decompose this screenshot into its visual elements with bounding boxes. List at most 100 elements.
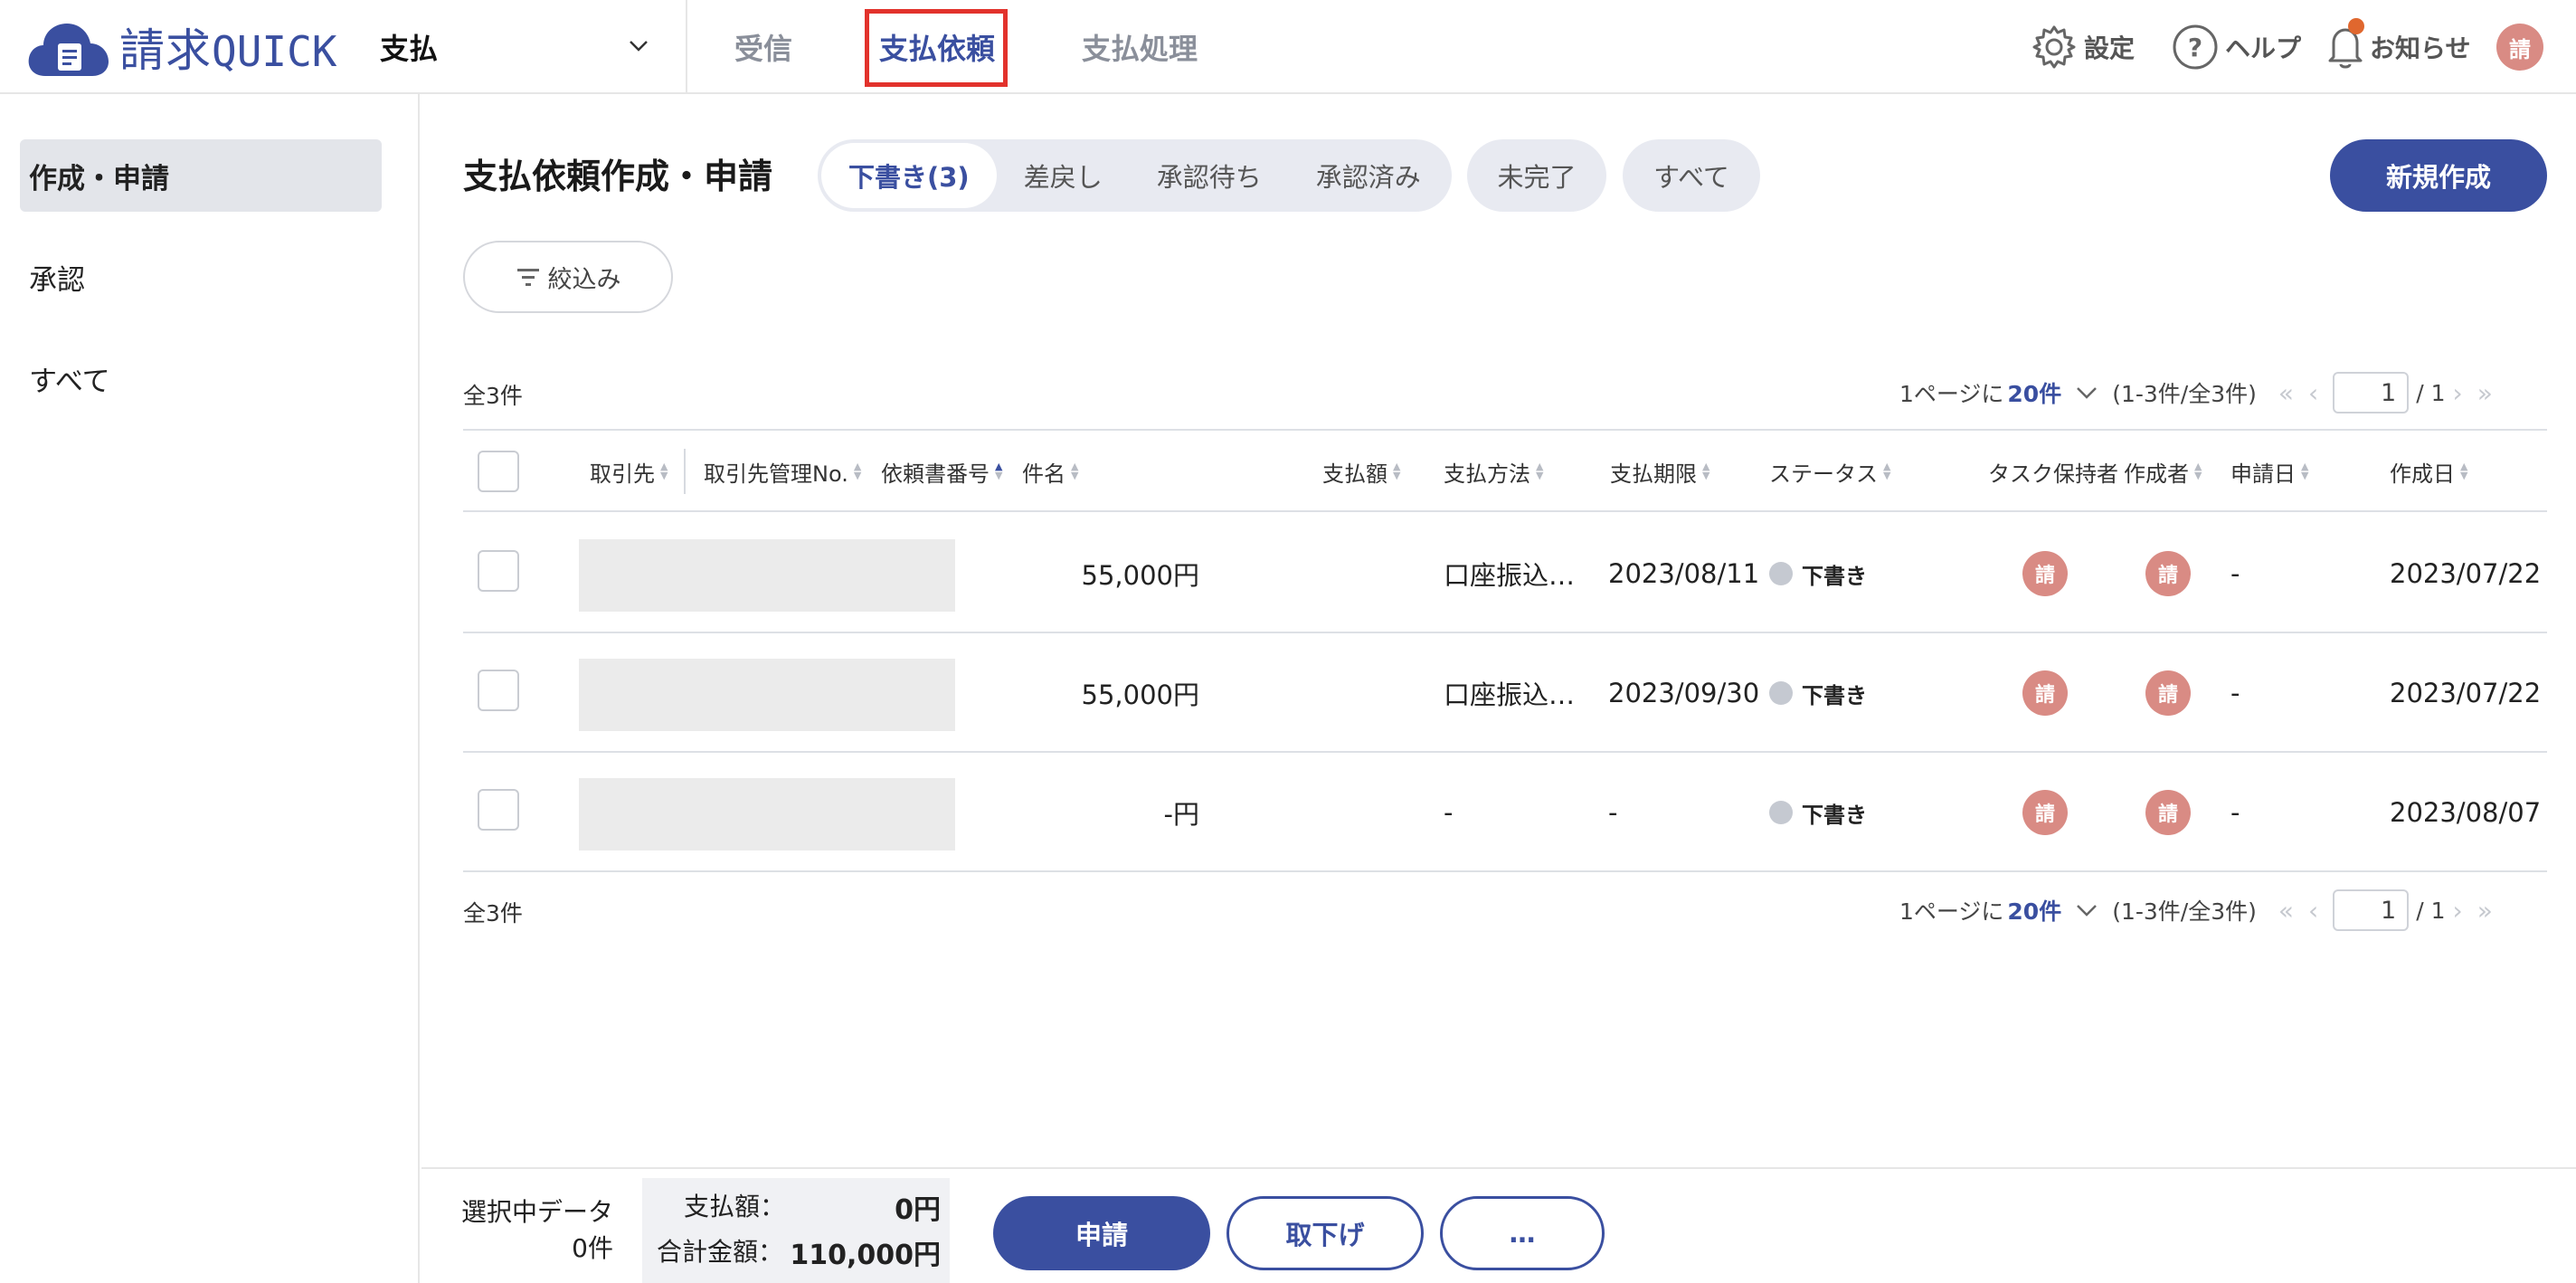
cell-creator: 請: [2145, 753, 2191, 872]
last-page-icon[interactable]: »: [2477, 378, 2493, 408]
avatar: 請: [2145, 670, 2191, 716]
cell-due-date: 2023/09/30: [1608, 678, 1760, 708]
col-header-partner-no[interactable]: 取引先管理No. ▲ ▼: [704, 431, 861, 512]
cell-task-holder: 請: [2022, 753, 2068, 872]
col-header-method[interactable]: 支払方法 ▲ ▼: [1444, 431, 1543, 512]
total-count-bottom: 全3件: [463, 900, 523, 927]
col-header-applied-date[interactable]: 申請日 ▲ ▼: [2230, 431, 2308, 512]
next-page-icon[interactable]: ›: [2453, 896, 2463, 926]
col-divider: [684, 449, 686, 494]
user-menu[interactable]: 請: [2496, 0, 2543, 94]
totals-box: 支払額： 0円 合計金額： 110,000円: [642, 1178, 950, 1283]
status-dot: [1769, 681, 1793, 705]
cell-task-holder: 請: [2022, 633, 2068, 753]
cell-creator: 請: [2145, 514, 2191, 633]
tab-pending-approval[interactable]: 承認待ち: [1130, 143, 1289, 208]
table-row[interactable]: 55,000円 口座振込… 2023/08/11 下書き 請 請 - 2023/…: [463, 514, 2547, 633]
tab-returned[interactable]: 差戻し: [997, 143, 1130, 208]
notification-badge: [2348, 18, 2364, 34]
col-header-due-date[interactable]: 支払期限 ▲ ▼: [1610, 431, 1709, 512]
tab-receive[interactable]: 受信: [734, 0, 792, 94]
cell-applied-date: -: [2230, 678, 2240, 708]
cell-created-date: 2023/08/07: [2390, 797, 2542, 828]
col-header-creator[interactable]: 作成者 ▲ ▼: [2124, 431, 2202, 512]
cell-creator: 請: [2145, 633, 2191, 753]
prev-page-icon[interactable]: ‹: [2308, 378, 2318, 408]
avatar: 請: [2145, 790, 2191, 835]
redacted-partner: [579, 539, 955, 612]
top-header: 請求QUICK 支払 受信 支払依頼 支払処理 設定 ? ヘルプ お知らせ 請: [0, 0, 2576, 94]
status-badge: 下書き: [1769, 753, 1867, 872]
cell-amount: 55,000円: [1081, 560, 1199, 591]
tab-all[interactable]: すべて: [1623, 139, 1760, 212]
settings-button[interactable]: 設定: [2030, 0, 2135, 94]
filter-button[interactable]: 絞込み: [463, 241, 673, 313]
chevron-down-icon[interactable]: [2074, 901, 2099, 919]
cell-created-date: 2023/07/22: [2390, 558, 2542, 589]
app-logo[interactable]: 請求QUICK: [27, 16, 336, 78]
sidebar-item-all[interactable]: すべて: [20, 342, 382, 414]
sidebar: 作成・申請 承認 すべて: [0, 94, 420, 1283]
module-selector[interactable]: 支払: [380, 0, 687, 94]
cell-amount: -円: [1163, 799, 1199, 830]
page-range: (1-3件/全3件): [2112, 898, 2257, 925]
notifications-button[interactable]: お知らせ: [2326, 0, 2470, 94]
first-page-icon[interactable]: «: [2278, 378, 2294, 408]
first-page-icon[interactable]: «: [2278, 896, 2294, 926]
row-checkbox[interactable]: [478, 550, 519, 592]
last-page-icon[interactable]: »: [2477, 896, 2493, 926]
filter-label: 絞込み: [547, 265, 621, 294]
total-amount-value: 110,000円: [790, 1240, 941, 1271]
avatar: 請: [2022, 670, 2068, 716]
page-title: 支払依頼作成・申請: [463, 157, 773, 196]
row-checkbox[interactable]: [478, 789, 519, 831]
table-row[interactable]: -円 - - 下書き 請 請 - 2023/08/07: [463, 753, 2547, 872]
svg-text:?: ?: [2188, 33, 2202, 62]
active-tab-highlight: [865, 9, 1008, 87]
next-page-icon[interactable]: ›: [2453, 378, 2463, 408]
per-page-select[interactable]: 20件: [2007, 376, 2061, 409]
col-header-task-holder: タスク保持者: [1988, 461, 2118, 487]
more-actions-button[interactable]: …: [1440, 1196, 1605, 1270]
page-number-input[interactable]: 1: [2333, 889, 2410, 931]
redacted-partner: [579, 778, 955, 851]
gear-icon: [2032, 25, 2076, 69]
status-dot: [1769, 562, 1793, 585]
table-row[interactable]: 55,000円 口座振込… 2023/09/30 下書き 請 請 - 2023/…: [463, 633, 2547, 753]
col-header-amount[interactable]: 支払額 ▲ ▼: [1322, 431, 1400, 512]
status-dot: [1769, 801, 1793, 824]
col-header-request-no[interactable]: 依頼書番号 ▲ ▼: [881, 431, 1002, 512]
prev-page-icon[interactable]: ‹: [2308, 896, 2318, 926]
settings-label: 設定: [2084, 33, 2136, 63]
cell-amount: 55,000円: [1081, 680, 1199, 710]
selected-data-summary: 選択中データ 0件: [461, 1194, 613, 1267]
per-page-select[interactable]: 20件: [2007, 894, 2061, 927]
cell-applied-date: -: [2230, 558, 2240, 589]
help-button[interactable]: ? ヘルプ: [2171, 0, 2301, 94]
col-header-partner[interactable]: 取引先 ▲ ▼: [590, 431, 668, 512]
tab-incomplete[interactable]: 未完了: [1467, 139, 1606, 212]
col-header-status[interactable]: ステータス ▲ ▼: [1769, 431, 1890, 512]
select-all-checkbox[interactable]: [478, 451, 519, 492]
table-header: 取引先 ▲ ▼ 取引先管理No. ▲ ▼ 依頼書番号 ▲ ▼ 件名 ▲ ▼ 支払額 ▲ ▼ 支払方法…: [463, 431, 2547, 512]
sidebar-item-approval[interactable]: 承認: [20, 241, 382, 313]
tab-approved[interactable]: 承認済み: [1289, 143, 1448, 208]
notifications-label: お知らせ: [2370, 33, 2471, 63]
status-badge: 下書き: [1769, 633, 1867, 753]
col-header-created-date[interactable]: 作成日 ▲ ▼: [2390, 431, 2467, 512]
apply-button[interactable]: 申請: [993, 1196, 1210, 1270]
sidebar-item-create-apply[interactable]: 作成・申請: [20, 139, 382, 212]
payment-amount-label: 支払額：: [684, 1192, 786, 1221]
selected-label: 選択中データ: [461, 1197, 614, 1227]
col-header-subject[interactable]: 件名 ▲ ▼: [1022, 431, 1078, 512]
tab-draft[interactable]: 下書き(3): [821, 143, 997, 208]
help-icon: ?: [2173, 24, 2218, 70]
withdraw-button[interactable]: 取下げ: [1226, 1196, 1424, 1270]
chevron-down-icon[interactable]: [2074, 384, 2099, 402]
page-number-input[interactable]: 1: [2333, 372, 2410, 413]
module-label: 支払: [380, 32, 439, 66]
new-create-button[interactable]: 新規作成: [2330, 139, 2547, 212]
tab-payment-processing[interactable]: 支払処理: [1082, 0, 1198, 94]
row-checkbox[interactable]: [478, 670, 519, 711]
avatar: 請: [2496, 24, 2543, 71]
